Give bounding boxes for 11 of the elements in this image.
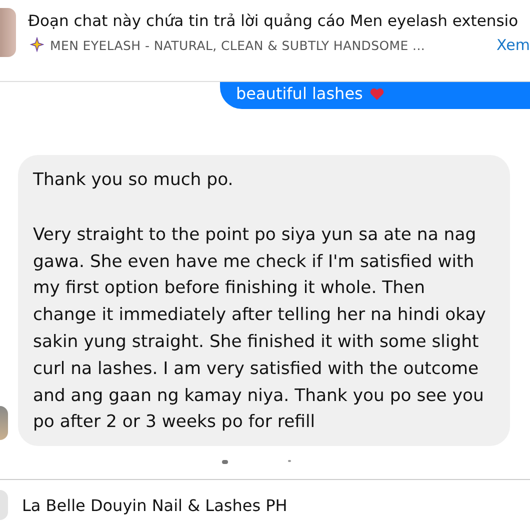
sparkle-icon <box>28 37 44 53</box>
message-text: Very straight to the point po siya yun sa ate na nag gawa. She even have me check if I'm satisfied with my first option before finishing it whole. Then change it immediately after telling her na hindi okay sakin yung straight. She finished it with some slight curl na lashes. I am very satisfied with the outcome and ang gaan ng kamay niya. Thank you po see you po after 2 or 3 weeks po for refill <box>33 224 487 434</box>
avatar <box>0 406 8 440</box>
page-name: La Belle Douyin Nail & Lashes PH <box>22 496 288 514</box>
message-text: Thank you so much po. <box>33 169 234 192</box>
avatar <box>0 490 8 520</box>
ad-reply-notice: Đoạn chat này chứa tin trả lời quảng cáo Men eyelash extensio <box>28 11 520 30</box>
sent-message: beautiful lashes <box>220 82 530 109</box>
view-link[interactable]: Xem <box>482 36 530 54</box>
ad-title: MEN EYELASH - NATURAL, CLEAN & SUBTLY HANDSOME ... <box>50 38 426 52</box>
heart-icon <box>368 86 385 102</box>
